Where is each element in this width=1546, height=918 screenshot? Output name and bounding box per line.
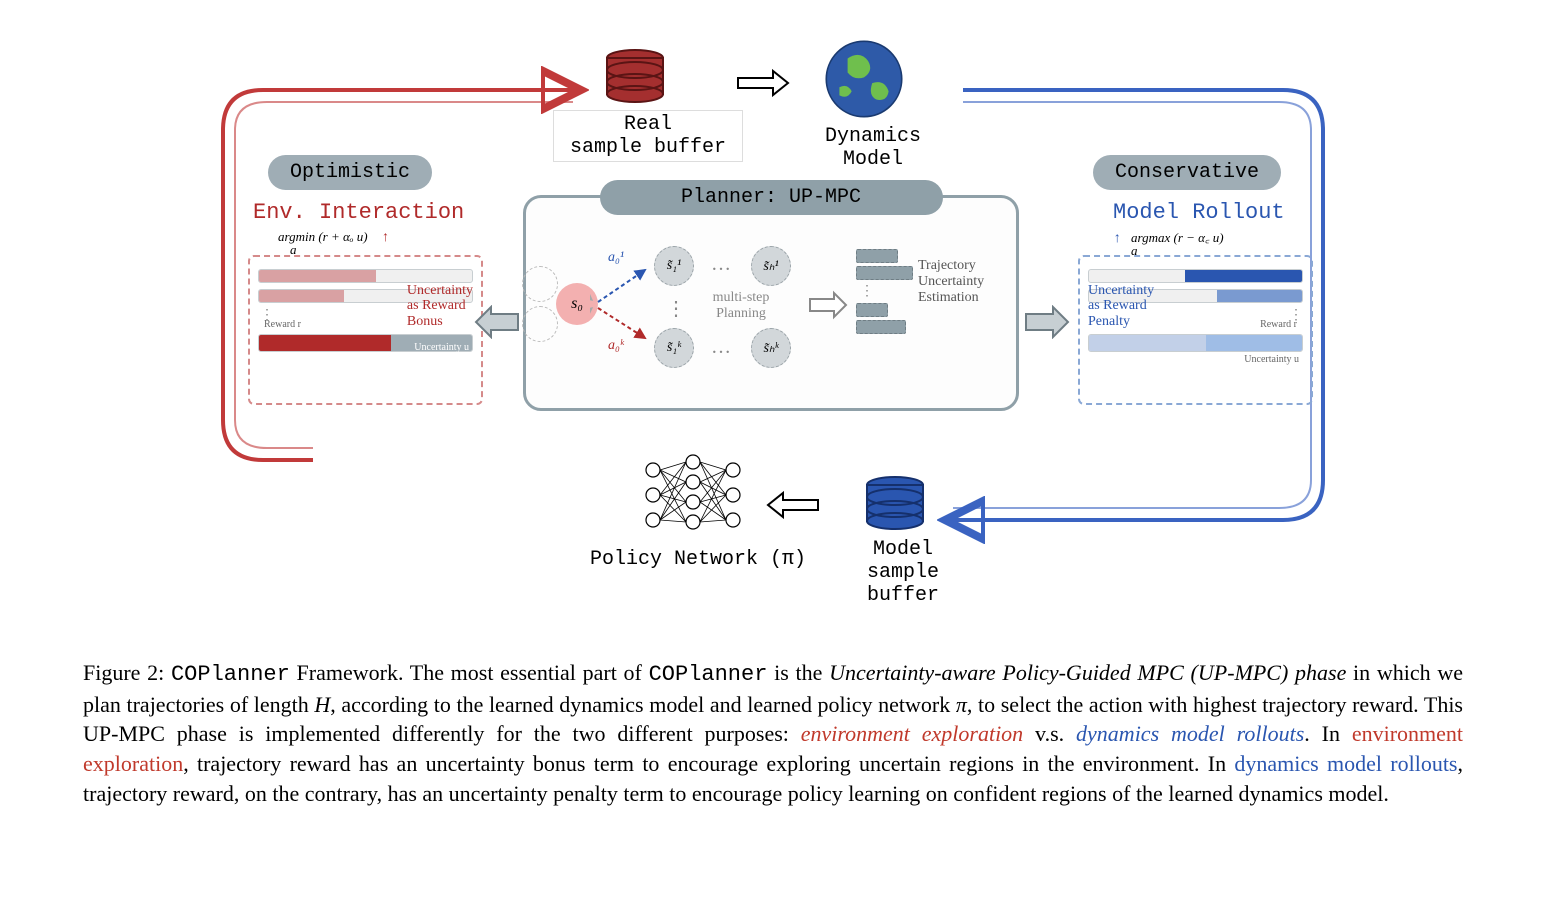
dynamics-model-label: Dynamics Model [793, 125, 953, 171]
planner-action-arrows [590, 260, 660, 350]
env-interaction-title: Env. Interaction [253, 200, 464, 225]
arrow-real-to-dynamics [733, 68, 793, 98]
up-mpc-phase: Uncertainty-aware Policy-Guided MPC (UP-… [829, 660, 1346, 685]
planner-header: Planner: UP-MPC [600, 180, 943, 215]
policy-network-label: Policy Network (π) [583, 548, 813, 571]
arrow-planner-to-env [473, 305, 523, 339]
diagram-canvas: Real sample buffer Dynamics Model Optimi… [83, 20, 1463, 640]
node-s11: s̃₁¹ [654, 246, 694, 286]
arrow-planner-to-rollout [1021, 305, 1071, 339]
rollout-uncertainty-box: Uncertainty as Reward Penalty ⋮ Reward r… [1078, 255, 1313, 405]
model-sample-buffer-label: Model sample buffer [828, 538, 978, 607]
arrow-model-to-policy [763, 490, 823, 520]
dynamics-model-icon [823, 38, 905, 120]
dynamics-rollouts-1: dynamics model rollouts [1076, 721, 1304, 746]
dynamics-rollouts-2: dynamics model rollouts [1234, 751, 1457, 776]
node-ghost-2 [522, 306, 558, 342]
fig-number: Figure 2: [83, 660, 164, 685]
env-exploration-1: environment exploration [801, 721, 1023, 746]
conservative-tag: Conservative [1093, 155, 1281, 190]
multi-step-label: multi-step Planning [691, 290, 791, 322]
env-argmin: argmin (r + αₒ u) ↑ a [278, 228, 390, 258]
node-sHk: s̃ₕᵏ [751, 328, 791, 368]
model-rollout-title: Model Rollout [1113, 200, 1285, 225]
figure-2: Real sample buffer Dynamics Model Optimi… [83, 20, 1463, 808]
planner-box: Planner: UP-MPC s₀ a₀¹ a₀ᵏ [523, 195, 1019, 411]
node-ghost-1 [522, 266, 558, 302]
trajectory-label: Trajectory Uncertainty Estimation [918, 258, 1013, 306]
real-sample-buffer-label: Real sample buffer [553, 110, 743, 162]
real-sample-buffer-icon [603, 48, 667, 109]
figure-caption: Figure 2: COPlanner Framework. The most … [83, 658, 1463, 808]
arrow-to-trajectory [806, 290, 850, 320]
optimistic-tag: Optimistic [268, 155, 432, 190]
node-s1k: s̃₁ᵏ [654, 328, 694, 368]
model-sample-buffer-icon [863, 475, 927, 536]
trajectory-bars: ⋮ [856, 246, 916, 337]
coplanner-name-1: COPlanner [171, 662, 290, 687]
node-sH1: s̃ₕ¹ [751, 246, 791, 286]
env-uncertainty-box: ⋮ Reward r Uncertainty u Uncertainty as … [248, 255, 483, 405]
coplanner-name-2: COPlanner [649, 662, 768, 687]
policy-network-icon [638, 450, 748, 540]
